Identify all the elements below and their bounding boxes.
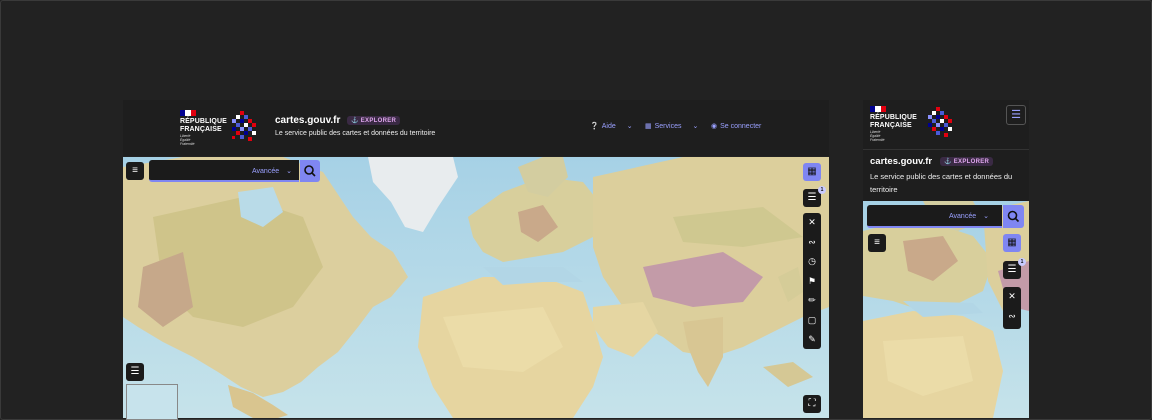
rf-title-line2: FRANÇAISE [180, 125, 222, 133]
mobile-basemap-button[interactable]: ▦ [1003, 234, 1021, 252]
mobile-header-divider [863, 149, 1029, 150]
signpost-icon[interactable]: ⚑ [808, 272, 816, 292]
mobile-menu-button[interactable]: ☰ [1006, 105, 1026, 125]
fullscreen-icon: ⛶ [808, 398, 816, 409]
hamburger-menu-icon: ☰ [1011, 109, 1021, 121]
rf-title-line2: FRANÇAISE [870, 121, 912, 129]
rf-flag-icon [180, 110, 196, 116]
map-icon: ▦ [807, 166, 817, 177]
cartes-gouv-logo-icon [232, 111, 256, 141]
legend-icon: ☰ [130, 366, 140, 377]
explorer-badge-icon: ⚓ [351, 118, 359, 124]
layers-icon: ☰ [807, 192, 817, 203]
mobile-explorer-badge: ⚓ EXPLORER [940, 157, 994, 166]
isochrone-icon[interactable]: ◷ [808, 252, 816, 272]
basemap-button[interactable]: ▦ [803, 163, 821, 181]
mobile-site-tagline: Le service public des cartes et données … [870, 172, 1013, 194]
nav-help[interactable]: ❔ Aide ⌄ [590, 122, 633, 131]
explorer-badge: ⚓ EXPLORER [347, 116, 401, 125]
mobile-tools-stack: ✕ ∾ [1003, 287, 1021, 329]
nav-services[interactable]: ▦ Services ⌄ [645, 122, 699, 131]
tools-stack: ✕ ∾ ◷ ⚑ ✏ ▢ ✎ [803, 213, 821, 349]
rf-title: RÉPUBLIQUE FRANÇAISE [180, 118, 227, 133]
rf-motto-3: Fraternité [180, 141, 195, 146]
nav-login[interactable]: ◉ Se connecter [711, 122, 762, 131]
ruler-icon[interactable]: ✏ [808, 291, 816, 311]
mobile-search-button[interactable] [1003, 205, 1024, 228]
rf-motto-3: Fraternité [870, 137, 885, 142]
user-icon: ◉ [711, 123, 718, 130]
advanced-search-toggle[interactable]: Avancée ⌄ [252, 167, 292, 175]
site-tagline: Le service public des cartes et données … [275, 130, 436, 137]
filter-menu-icon: ≡ [874, 237, 880, 248]
area-measure-icon[interactable]: ▢ [808, 311, 817, 331]
desktop-search-button[interactable] [300, 160, 320, 182]
advanced-search-label: Avancée [252, 168, 280, 175]
grid-icon: ▦ [645, 123, 652, 130]
chevron-down-icon: ⌄ [286, 168, 292, 175]
mobile-republique-francaise-logo[interactable]: RÉPUBLIQUE FRANÇAISE Liberté Égalité Fra… [870, 106, 917, 142]
explorer-badge-icon: ⚓ [944, 159, 952, 165]
search-icon [304, 165, 316, 177]
rf-flag-icon [870, 106, 886, 112]
explorer-badge-label: EXPLORER [360, 118, 397, 124]
map-icon: ▦ [1007, 237, 1017, 248]
chevron-down-icon: ⌄ [692, 123, 699, 130]
mobile-layers-count-badge: 1 [1018, 258, 1026, 266]
tools-icon[interactable]: ✕ [1008, 287, 1016, 307]
chevron-down-icon: ⌄ [626, 123, 633, 130]
mobile-map-menu-button[interactable]: ≡ [868, 234, 886, 252]
route-icon[interactable]: ∾ [1008, 307, 1016, 327]
layers-icon: ☰ [1007, 264, 1017, 275]
rf-title-line1: RÉPUBLIQUE [870, 114, 917, 121]
filter-menu-icon: ≡ [132, 165, 138, 176]
overview-minimap[interactable] [126, 384, 178, 420]
nav-services-label: Services [654, 122, 682, 130]
mobile-site-title[interactable]: cartes.gouv.fr [870, 156, 932, 167]
legend-button[interactable]: ☰ [126, 363, 144, 381]
fullscreen-button[interactable]: ⛶ [803, 395, 821, 413]
rf-title-line1: RÉPUBLIQUE [180, 118, 227, 125]
explorer-badge-label: EXPLORER [953, 159, 990, 165]
question-circle-icon: ❔ [590, 123, 599, 130]
desktop-map[interactable] [123, 157, 829, 418]
site-title[interactable]: cartes.gouv.fr [275, 115, 340, 126]
nav-login-label: Se connecter [720, 122, 762, 130]
nav-help-label: Aide [601, 122, 616, 130]
layers-count-badge: 1 [818, 186, 826, 194]
annotate-icon[interactable]: ✎ [808, 330, 816, 350]
map-menu-button[interactable]: ≡ [126, 162, 144, 180]
republique-francaise-logo[interactable]: RÉPUBLIQUE FRANÇAISE Liberté Égalité Fra… [180, 110, 227, 146]
search-icon [1007, 210, 1020, 223]
rf-motto: Liberté Égalité Fraternité [180, 134, 227, 146]
cartes-gouv-logo-icon [928, 107, 952, 137]
route-icon[interactable]: ∾ [808, 233, 816, 253]
advanced-search-label: Avancée [949, 213, 977, 220]
rf-title: RÉPUBLIQUE FRANÇAISE [870, 114, 917, 129]
chevron-down-icon: ⌄ [983, 213, 989, 220]
rf-motto: Liberté Égalité Fraternité [870, 130, 917, 142]
map-land [123, 157, 829, 418]
tools-icon[interactable]: ✕ [808, 213, 816, 233]
mobile-advanced-search-toggle[interactable]: Avancée ⌄ [949, 212, 989, 220]
